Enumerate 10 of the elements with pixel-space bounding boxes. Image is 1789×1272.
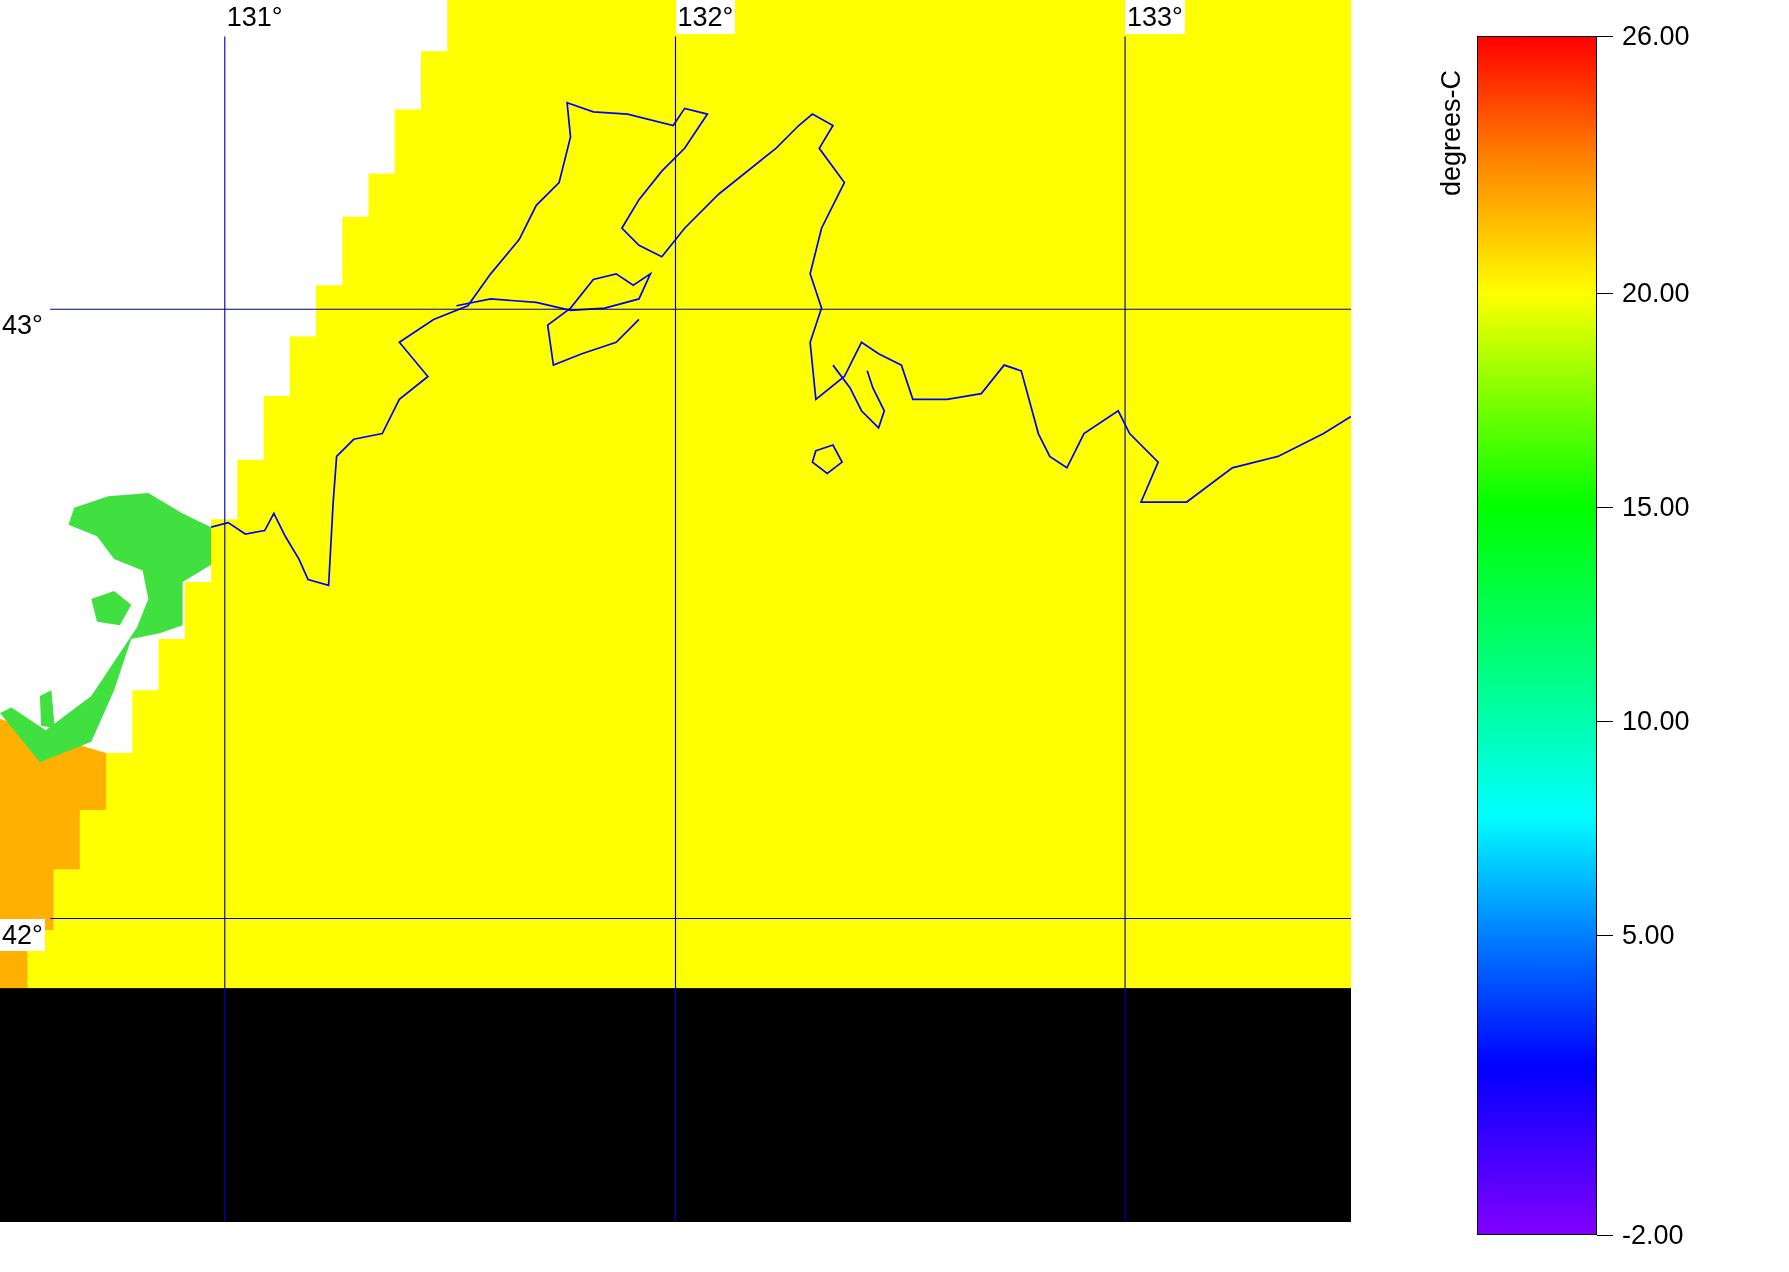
- latitude-label: 42°: [0, 918, 45, 951]
- tick-label: 15.00: [1622, 492, 1690, 523]
- unit-label: degrees-C: [1436, 68, 1467, 196]
- tick-label: 10.00: [1622, 706, 1690, 737]
- tick-label: 5.00: [1622, 920, 1675, 951]
- tick-label: 26.00: [1622, 21, 1690, 51]
- tick-label: 20.00: [1622, 277, 1690, 308]
- longitude-label: 132°: [675, 0, 736, 34]
- tick-label: -2.00: [1622, 1220, 1684, 1250]
- longitude-label: 133°: [1125, 0, 1185, 34]
